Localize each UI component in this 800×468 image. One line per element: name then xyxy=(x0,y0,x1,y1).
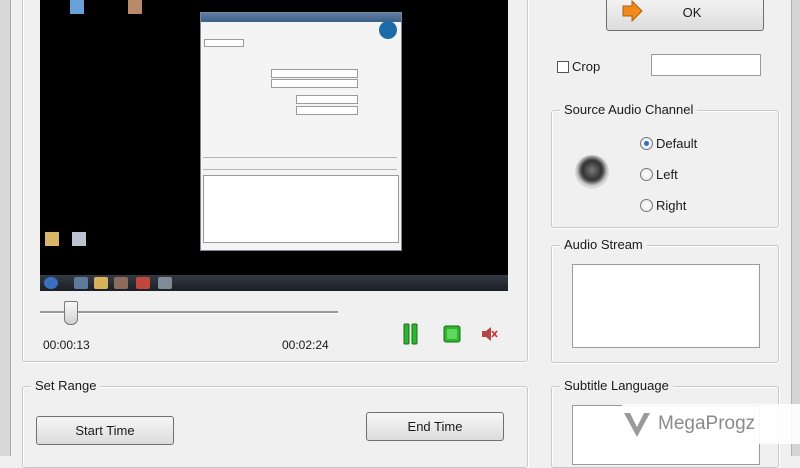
taskbar-app-icon xyxy=(74,277,88,289)
captured-window-panel xyxy=(271,69,358,78)
taskbar-app-icon xyxy=(114,277,128,289)
start-orb-icon xyxy=(44,277,58,289)
taskbar-app-icon xyxy=(94,277,108,289)
video-preview xyxy=(40,0,508,291)
mute-speaker-icon xyxy=(482,327,498,341)
total-time: 00:02:24 xyxy=(282,338,329,352)
captured-window-logo xyxy=(379,21,397,39)
taskbar-app-icon xyxy=(158,277,172,289)
ok-button[interactable]: OK xyxy=(606,0,764,31)
captured-taskbar xyxy=(40,275,508,291)
seek-slider-thumb[interactable] xyxy=(64,301,78,325)
captured-window-panel xyxy=(296,95,358,104)
watermark-text: MegaProgz xyxy=(658,413,756,434)
stop-icon xyxy=(443,325,461,343)
radio-left[interactable] xyxy=(640,168,653,181)
crop-value-input[interactable] xyxy=(651,54,761,76)
captured-window-panel xyxy=(204,39,244,47)
subtitle-language-title: Subtitle Language xyxy=(560,378,673,393)
captured-window-divider xyxy=(203,157,397,158)
watermark-logo-icon xyxy=(624,413,650,437)
crop-label: Crop xyxy=(572,59,601,74)
recycle-bin-icon xyxy=(72,232,86,246)
start-time-label: Start Time xyxy=(75,423,135,438)
ok-arrow-icon xyxy=(622,0,643,22)
desktop-icon xyxy=(128,0,142,14)
mute-button[interactable] xyxy=(480,325,498,343)
radio-default[interactable] xyxy=(640,137,653,150)
captured-window-panel xyxy=(296,106,358,115)
window-left-frame xyxy=(0,0,11,456)
window-right-frame xyxy=(791,0,800,456)
end-time-label: End Time xyxy=(407,419,463,434)
pause-icon xyxy=(403,323,418,345)
ok-label: OK xyxy=(682,5,702,20)
radio-right[interactable] xyxy=(640,199,653,212)
captured-window-list xyxy=(203,175,399,243)
stop-button[interactable] xyxy=(443,325,461,343)
taskbar-app-icon xyxy=(136,277,150,289)
captured-window-divider xyxy=(203,169,397,170)
radio-right-label: Right xyxy=(656,198,687,213)
set-range-title: Set Range xyxy=(31,378,101,393)
end-time-button[interactable]: End Time xyxy=(366,412,504,441)
radio-default-label: Default xyxy=(656,136,698,151)
desktop-icon xyxy=(45,232,59,246)
captured-window-panel xyxy=(271,79,358,88)
captured-program-window xyxy=(200,12,402,251)
start-time-button[interactable]: Start Time xyxy=(36,416,174,445)
pause-button[interactable] xyxy=(403,323,419,345)
watermark: MegaProgz xyxy=(622,404,800,444)
source-audio-channel-title: Source Audio Channel xyxy=(560,102,698,117)
audio-stream-title: Audio Stream xyxy=(560,237,647,252)
audio-stream-list[interactable] xyxy=(572,264,760,348)
seek-slider-track[interactable] xyxy=(40,311,338,314)
current-time: 00:00:13 xyxy=(43,338,90,352)
crop-checkbox[interactable] xyxy=(557,61,569,73)
captured-window-titlebar xyxy=(201,13,401,22)
radio-left-label: Left xyxy=(656,167,678,182)
speaker-icon xyxy=(575,155,609,189)
desktop-icon xyxy=(70,0,84,14)
